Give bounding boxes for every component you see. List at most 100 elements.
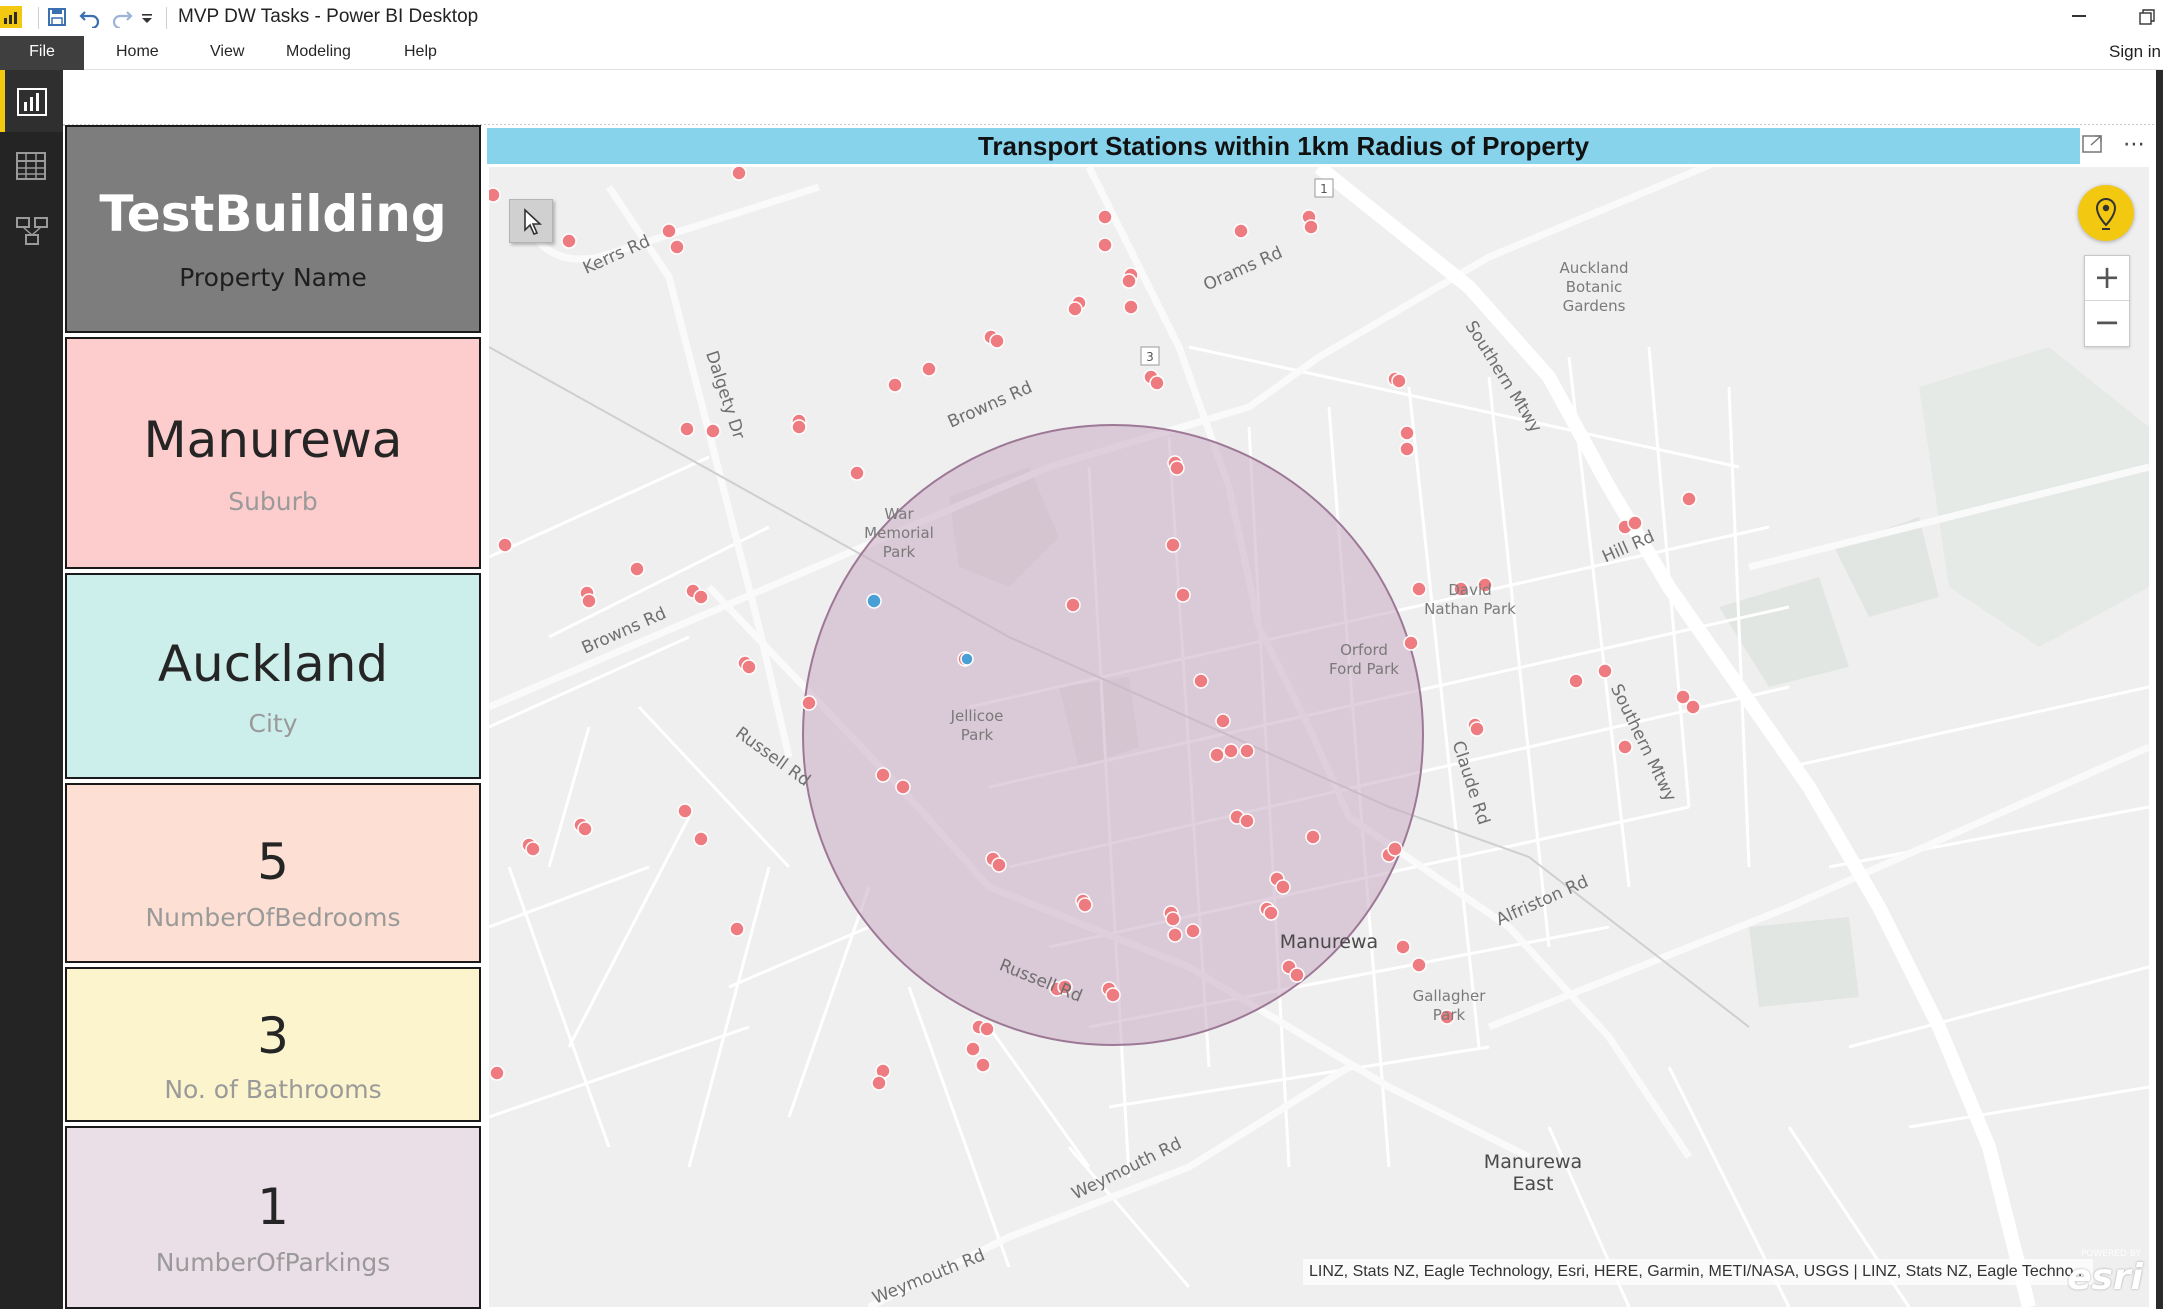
station-marker[interactable] [629,561,645,577]
station-marker[interactable] [1387,841,1403,857]
station-marker[interactable] [875,767,891,783]
station-marker[interactable] [887,377,903,393]
station-marker[interactable] [577,821,593,837]
nav-data-view[interactable] [0,134,63,196]
station-marker[interactable] [489,1065,505,1081]
card-suburb[interactable]: Manurewa Suburb [65,337,481,569]
tab-file[interactable]: File [0,36,84,70]
station-marker[interactable] [1305,829,1321,845]
restore-icon[interactable] [2138,8,2156,26]
station-marker[interactable] [1185,923,1201,939]
station-marker[interactable] [669,239,685,255]
station-marker[interactable] [661,223,677,239]
station-marker[interactable] [561,233,577,249]
station-marker[interactable] [731,167,747,181]
focus-mode-icon[interactable] [2081,133,2109,159]
station-marker[interactable] [989,333,1005,349]
more-options-icon[interactable]: ⋯ [2123,133,2153,159]
locate-button[interactable] [2078,185,2134,241]
station-marker[interactable] [1399,441,1415,457]
tab-modeling[interactable]: Modeling [272,36,365,70]
map-visual[interactable]: Transport Stations within 1km Radius of … [483,125,2163,1309]
station-marker[interactable] [1627,515,1643,531]
station-marker[interactable] [729,921,745,937]
station-marker[interactable] [581,593,597,609]
station-marker[interactable] [1597,663,1613,679]
station-marker[interactable] [1303,219,1319,235]
station-marker[interactable] [677,803,693,819]
station-marker[interactable] [1215,713,1231,729]
card-city[interactable]: Auckland City [65,573,481,779]
station-marker[interactable] [693,831,709,847]
station-marker[interactable] [965,1041,981,1057]
station-marker[interactable] [1097,209,1113,225]
station-marker[interactable] [849,465,865,481]
station-marker[interactable] [497,537,513,553]
map-canvas[interactable]: 1 3 Kerrs Rd Dalgety Dr Browns Rd Browns… [489,167,2149,1307]
station-marker[interactable] [1399,425,1415,441]
station-marker[interactable] [1223,743,1239,759]
station-marker[interactable] [1209,747,1225,763]
undo-icon[interactable] [78,6,102,30]
station-marker[interactable] [1165,911,1181,927]
station-marker[interactable] [1077,897,1093,913]
station-marker[interactable] [1239,813,1255,829]
station-marker[interactable] [871,1075,887,1091]
station-marker[interactable] [1067,301,1083,317]
station-marker[interactable] [1169,460,1185,476]
station-marker[interactable] [525,841,541,857]
station-marker[interactable] [1149,375,1165,391]
station-marker[interactable] [1175,587,1191,603]
station-marker[interactable] [1165,537,1181,553]
station-marker[interactable] [1123,299,1139,315]
station-marker[interactable] [1685,699,1701,715]
tab-help[interactable]: Help [390,36,451,70]
customize-quick-access-icon[interactable] [140,10,156,28]
lasso-select-button[interactable] [509,199,553,243]
nav-report-view[interactable] [0,70,63,132]
station-marker[interactable] [1105,987,1121,1003]
tab-view[interactable]: View [196,36,258,70]
card-number-of-bedrooms[interactable]: 5 NumberOfBedrooms [65,783,481,963]
zoom-in-button[interactable]: + [2085,256,2129,301]
station-marker[interactable] [1121,273,1137,289]
station-marker[interactable] [1239,743,1255,759]
station-marker[interactable] [921,361,937,377]
station-marker[interactable] [489,187,501,203]
redo-icon[interactable] [110,6,134,30]
station-marker[interactable] [1263,905,1279,921]
station-marker[interactable] [1167,927,1183,943]
card-property-name[interactable]: TestBuilding Property Name [65,125,481,333]
station-marker[interactable] [1568,673,1584,689]
station-marker[interactable] [1681,491,1697,507]
station-marker[interactable] [1233,223,1249,239]
station-marker[interactable] [1391,373,1407,389]
zoom-out-button[interactable]: − [2085,302,2129,347]
station-marker[interactable] [1469,721,1485,737]
station-marker[interactable] [1065,597,1081,613]
station-marker[interactable] [679,421,695,437]
station-marker[interactable] [975,1057,991,1073]
nav-model-view[interactable] [0,198,63,260]
card-number-of-parkings[interactable]: 1 NumberOfParkings [65,1126,481,1309]
station-marker[interactable] [1193,673,1209,689]
card-number-of-bathrooms[interactable]: 3 No. of Bathrooms [65,967,481,1122]
station-marker[interactable] [693,589,709,605]
station-marker[interactable] [791,419,807,435]
station-marker[interactable] [705,423,721,439]
station-marker[interactable] [741,659,757,675]
station-marker[interactable] [979,1021,995,1037]
sign-in-link[interactable]: Sign in [2109,36,2163,70]
station-marker[interactable] [1289,967,1305,983]
station-marker[interactable] [991,857,1007,873]
tab-home[interactable]: Home [102,36,173,70]
station-marker[interactable] [1395,939,1411,955]
station-marker[interactable] [801,695,817,711]
station-marker[interactable] [895,779,911,795]
station-marker[interactable] [1275,879,1291,895]
save-icon[interactable] [46,6,70,30]
station-marker[interactable] [1411,957,1427,973]
station-marker[interactable] [1097,237,1113,253]
minimize-icon[interactable] [2072,15,2086,17]
station-marker[interactable] [1617,739,1633,755]
